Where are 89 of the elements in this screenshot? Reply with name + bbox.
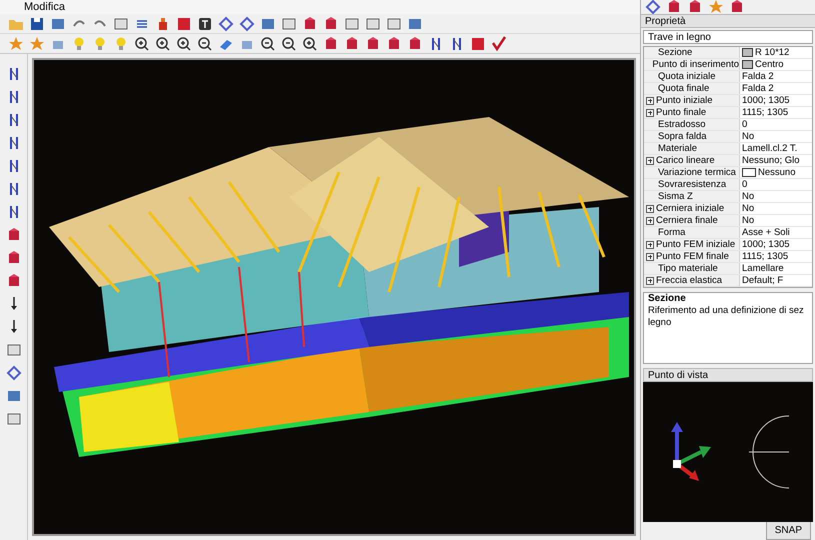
snap-tab[interactable]: SNAP <box>766 522 811 540</box>
zoom-out-icon[interactable] <box>260 36 276 52</box>
element-icon[interactable] <box>729 0 745 15</box>
zoom-out-icon[interactable] <box>281 36 297 52</box>
text-icon[interactable] <box>197 16 213 32</box>
property-value[interactable]: 1115; 1305 <box>742 250 788 262</box>
property-name: Sisma Z <box>658 190 693 202</box>
property-name: Sovraresistenza <box>658 178 726 190</box>
expand-toggle[interactable] <box>646 240 654 248</box>
property-name: Punto FEM iniziale <box>656 238 736 250</box>
property-name: Punto finale <box>656 106 706 118</box>
description-text: legno <box>648 317 672 329</box>
structure-icon[interactable] <box>239 16 255 32</box>
property-name: Punto iniziale <box>656 94 713 106</box>
color-swatch[interactable] <box>742 168 756 177</box>
property-value[interactable]: Nessuno <box>758 166 796 178</box>
expand-toggle[interactable] <box>646 96 654 104</box>
property-value[interactable]: 0 <box>742 178 748 190</box>
property-value[interactable]: Lamellare <box>742 262 784 274</box>
property-value[interactable]: Centro <box>755 58 784 70</box>
tile-icon[interactable] <box>470 36 486 52</box>
property-name: Quota finale <box>658 82 710 94</box>
property-value[interactable]: No <box>742 202 754 214</box>
element-icon[interactable] <box>323 16 339 32</box>
expand-toggle[interactable] <box>646 108 654 116</box>
element-icon[interactable] <box>386 36 402 52</box>
element-icon[interactable] <box>666 0 682 15</box>
element-icon[interactable] <box>407 36 423 52</box>
star-icon[interactable] <box>29 36 45 52</box>
zoom-in-icon[interactable] <box>176 36 192 52</box>
property-name: Cerniera finale <box>656 214 718 226</box>
panel-title: Punto di vista <box>643 368 813 382</box>
zoom-out-icon[interactable] <box>197 36 213 52</box>
expand-toggle[interactable] <box>646 252 654 260</box>
property-name: Sopra falda <box>658 130 707 142</box>
property-name: Punto FEM finale <box>656 250 729 262</box>
property-name: Punto di inserimento <box>652 58 739 70</box>
property-name: Cerniera iniziale <box>656 202 724 214</box>
check-icon[interactable] <box>491 36 507 52</box>
property-name: Variazione termica <box>658 166 736 178</box>
property-name: Quota iniziale <box>658 70 716 82</box>
property-value[interactable]: 1115; 1305 <box>742 106 788 118</box>
element-icon[interactable] <box>323 36 339 52</box>
property-name: Carico lineare <box>656 154 715 166</box>
property-value[interactable]: Nessuno; Glo <box>742 154 800 166</box>
expand-toggle[interactable] <box>646 216 654 224</box>
expand-toggle[interactable] <box>646 156 654 164</box>
property-value[interactable]: Falda 2 <box>742 70 774 82</box>
element-icon[interactable] <box>344 36 360 52</box>
element-icon[interactable] <box>302 16 318 32</box>
element-icon[interactable] <box>687 0 703 15</box>
property-value[interactable]: 1000; 1305 <box>742 94 790 106</box>
expand-toggle[interactable] <box>646 204 654 212</box>
property-value[interactable]: 1000; 1305 <box>742 238 790 250</box>
expand-toggle[interactable] <box>646 276 654 284</box>
property-name: Sezione <box>658 46 692 58</box>
property-value[interactable]: Asse + Soli <box>742 226 790 238</box>
description-title: Sezione <box>648 293 687 305</box>
property-value[interactable]: 0 <box>742 118 748 130</box>
zoom-in-icon[interactable] <box>302 36 318 52</box>
property-value[interactable]: Default; F <box>742 274 784 286</box>
menu-item[interactable]: Modifica <box>24 0 65 14</box>
property-value[interactable]: Falda 2 <box>742 82 774 94</box>
star-icon[interactable] <box>708 0 724 15</box>
object-type-field[interactable]: Trave in legno <box>643 30 813 44</box>
description-text: Riferimento ad una definizione di sez <box>648 305 805 317</box>
panel-title: Proprietà <box>641 14 815 28</box>
element-icon[interactable] <box>365 36 381 52</box>
tile-icon[interactable] <box>176 16 192 32</box>
viewpoint-view[interactable] <box>643 382 813 522</box>
property-value[interactable]: No <box>742 130 754 142</box>
star-icon[interactable] <box>8 36 24 52</box>
property-name: Forma <box>658 226 686 238</box>
zoom-in-icon[interactable] <box>155 36 171 52</box>
structure-icon[interactable] <box>218 16 234 32</box>
property-value[interactable]: No <box>742 190 754 202</box>
property-name: Tipo materiale <box>658 262 718 274</box>
zoom-in-icon[interactable] <box>134 36 150 52</box>
property-name: Freccia elastica <box>656 274 722 286</box>
property-value[interactable]: Lamell.cl.2 T. <box>742 142 798 154</box>
save-icon[interactable] <box>29 16 45 32</box>
property-value[interactable]: R 10*12 <box>755 46 790 58</box>
property-value[interactable]: No <box>742 214 754 226</box>
property-name: Materiale <box>658 142 698 154</box>
section-icon <box>742 60 753 69</box>
structure-icon[interactable] <box>645 0 661 15</box>
structure-icon[interactable] <box>6 365 22 381</box>
section-icon <box>742 48 753 57</box>
property-name: Estradosso <box>658 118 706 130</box>
